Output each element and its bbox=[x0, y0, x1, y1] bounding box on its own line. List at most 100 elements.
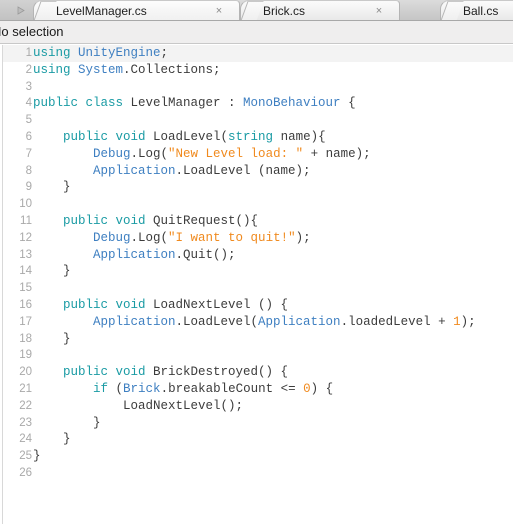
tab-levelmanager-cs[interactable]: LevelManager.cs × bbox=[33, 0, 240, 20]
code-text: } bbox=[33, 415, 101, 432]
editor-tab-bar: LevelManager.cs × Brick.cs × Ball.cs × bbox=[0, 0, 513, 21]
code-line[interactable]: 11 public void QuitRequest(){ bbox=[0, 213, 513, 230]
line-number: 13 bbox=[19, 248, 32, 261]
token-pl: } bbox=[33, 432, 71, 447]
token-pl: .Quit(); bbox=[175, 247, 236, 262]
line-number: 6 bbox=[25, 130, 32, 143]
token-type: Application bbox=[93, 314, 176, 329]
token-str: "I want to quit!" bbox=[168, 230, 296, 245]
code-text: using UnityEngine; bbox=[33, 45, 168, 62]
token-kw: using bbox=[33, 46, 71, 60]
selection-status-bar[interactable]: No selection bbox=[0, 21, 513, 44]
token-pl: } bbox=[33, 449, 41, 464]
code-line[interactable]: 22 LoadNextLevel(); bbox=[0, 398, 513, 415]
code-text: } bbox=[33, 331, 71, 348]
line-number: 24 bbox=[19, 433, 32, 446]
line-number: 19 bbox=[19, 349, 32, 362]
code-text: Debug.Log("I want to quit!"); bbox=[33, 230, 311, 247]
token-kw: public void bbox=[63, 213, 146, 228]
token-pl: ); bbox=[460, 314, 476, 329]
line-number: 9 bbox=[25, 181, 32, 194]
code-line[interactable]: 20 public void BrickDestroyed() { bbox=[0, 364, 513, 381]
code-line[interactable]: 4 public class LevelManager : MonoBehavio… bbox=[0, 95, 513, 112]
token-pl: + name); bbox=[303, 146, 371, 161]
code-line[interactable]: 18 } bbox=[0, 331, 513, 348]
token-pl: .LoadLevel( bbox=[175, 314, 259, 329]
code-text: public void BrickDestroyed() { bbox=[33, 364, 288, 381]
code-line[interactable]: 16 public void LoadNextLevel () { bbox=[0, 297, 513, 314]
code-line[interactable]: 6 public void LoadLevel(string name){ bbox=[0, 129, 513, 146]
line-number: 17 bbox=[19, 315, 32, 328]
code-line[interactable]: 13 Application.Quit(); bbox=[0, 247, 513, 264]
token-type: Debug bbox=[93, 230, 131, 245]
token-type: Brick bbox=[123, 381, 161, 396]
line-number: 5 bbox=[25, 114, 32, 127]
code-line[interactable]: 17 Application.LoadLevel(Application.loa… bbox=[0, 314, 513, 331]
code-text: } bbox=[33, 431, 71, 448]
code-line[interactable]: 14 } bbox=[0, 263, 513, 280]
token-pl: .loadedLevel + bbox=[340, 314, 454, 329]
token-pl: LoadNextLevel(); bbox=[33, 398, 244, 413]
triangle-right-icon bbox=[15, 5, 26, 16]
token-str: "New Level load: " bbox=[168, 146, 304, 161]
line-number: 21 bbox=[19, 382, 32, 395]
line-number: 11 bbox=[20, 214, 32, 227]
token-pl: .breakableCount <= bbox=[160, 381, 304, 396]
token-kw: public void bbox=[63, 297, 146, 312]
code-text: Application.Quit(); bbox=[33, 247, 236, 264]
line-number: 4 bbox=[25, 97, 32, 110]
token-pl: } bbox=[33, 331, 71, 346]
token-pl: BrickDestroyed() { bbox=[145, 365, 289, 380]
tab-close-icon[interactable]: × bbox=[373, 5, 385, 17]
code-line[interactable]: 26 bbox=[0, 465, 513, 482]
code-line[interactable]: 10 bbox=[0, 196, 513, 213]
code-line[interactable]: 2 using System.Collections; bbox=[0, 62, 513, 79]
code-line[interactable]: 21 if (Brick.breakableCount <= 0) { bbox=[0, 381, 513, 398]
line-number: 10 bbox=[19, 198, 32, 211]
code-line[interactable]: 8 Application.LoadLevel (name); bbox=[0, 163, 513, 180]
selection-status-text: No selection bbox=[0, 24, 64, 39]
token-pl: LoadNextLevel () { bbox=[145, 297, 289, 312]
token-kw: string bbox=[228, 129, 274, 144]
line-number: 8 bbox=[25, 164, 32, 177]
code-line[interactable]: 5 bbox=[0, 112, 513, 129]
token-pl: LevelManager : bbox=[123, 96, 244, 111]
code-line[interactable]: 23 } bbox=[0, 415, 513, 432]
tab-label: Brick.cs bbox=[263, 4, 305, 18]
code-text: Application.LoadLevel (name); bbox=[33, 163, 311, 180]
code-text: } bbox=[33, 263, 71, 280]
code-line[interactable]: 3 bbox=[0, 79, 513, 96]
tab-ball-cs[interactable]: Ball.cs × bbox=[440, 0, 513, 20]
token-type: Application bbox=[93, 247, 176, 262]
tab-close-icon[interactable]: × bbox=[213, 5, 225, 17]
code-line[interactable]: 9 } bbox=[0, 179, 513, 196]
token-kw: public void bbox=[63, 129, 146, 144]
line-number: 25 bbox=[19, 450, 32, 463]
token-pl: ) { bbox=[310, 381, 334, 396]
token-pl: .Log( bbox=[130, 230, 169, 245]
line-number: 20 bbox=[19, 366, 32, 379]
token-num: 1 bbox=[453, 314, 461, 329]
tab-label: Ball.cs bbox=[463, 4, 499, 18]
token-num: 0 bbox=[303, 381, 311, 396]
code-line[interactable]: 19 bbox=[0, 347, 513, 364]
code-line[interactable]: 12 Debug.Log("I want to quit!"); bbox=[0, 230, 513, 247]
code-line[interactable]: 7 Debug.Log("New Level load: " + name); bbox=[0, 146, 513, 163]
token-type: Application bbox=[258, 314, 341, 329]
line-number: 7 bbox=[25, 147, 32, 160]
code-editor-surface[interactable]: 1 using UnityEngine; 2 using System.Collect… bbox=[0, 45, 513, 524]
tab-left-edge bbox=[34, 1, 57, 20]
code-line[interactable]: 1 using UnityEngine; bbox=[0, 45, 513, 62]
code-line[interactable]: 15 bbox=[0, 280, 513, 297]
code-line[interactable]: 24 } bbox=[0, 431, 513, 448]
token-pl: name){ bbox=[273, 129, 326, 144]
tab-label: LevelManager.cs bbox=[56, 4, 147, 18]
line-number: 12 bbox=[19, 231, 32, 244]
tab-brick-cs[interactable]: Brick.cs × bbox=[240, 0, 400, 20]
code-line[interactable]: 25} bbox=[0, 448, 513, 465]
line-number: 22 bbox=[19, 399, 32, 412]
